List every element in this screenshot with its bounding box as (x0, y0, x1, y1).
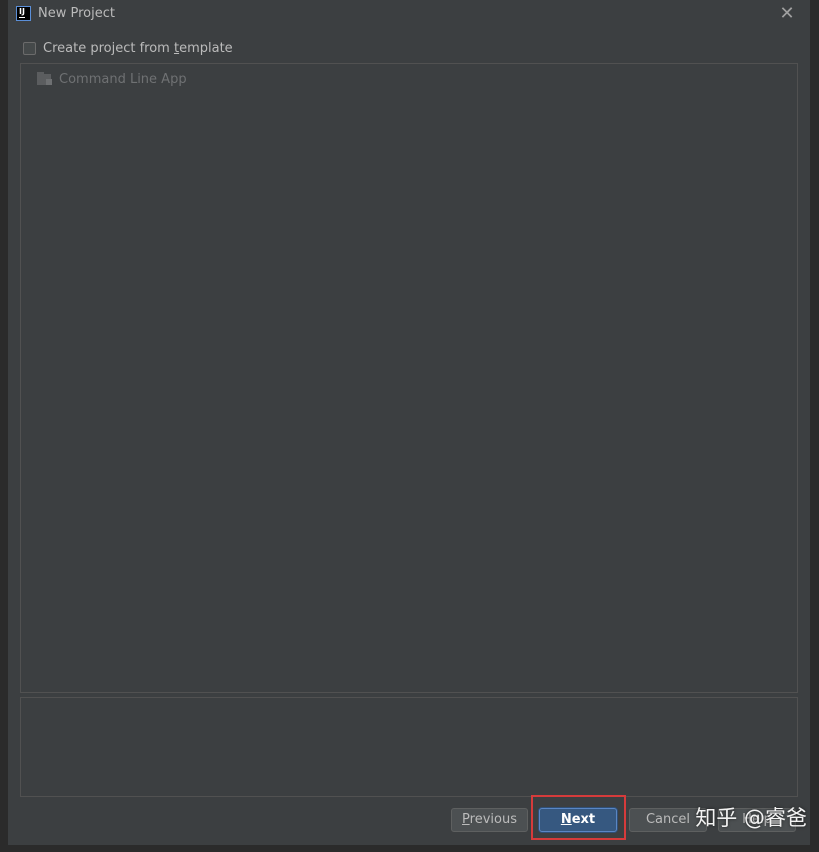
help-button[interactable]: Help (718, 808, 796, 832)
list-item[interactable]: Command Line App (37, 70, 187, 88)
dialog-title: New Project (38, 6, 115, 21)
next-button[interactable]: Next (539, 808, 617, 832)
new-project-dialog: IJ New Project ✕ Create project from tem… (8, 0, 810, 845)
close-icon[interactable]: ✕ (778, 5, 796, 23)
title-bar: IJ New Project ✕ (8, 0, 810, 30)
intellij-icon: IJ (16, 6, 31, 21)
cancel-button[interactable]: Cancel (629, 808, 707, 832)
create-from-template-option[interactable]: Create project from template (23, 39, 233, 57)
previous-button[interactable]: Previous (451, 808, 528, 832)
template-checkbox[interactable] (23, 41, 36, 55)
folder-icon (37, 72, 53, 86)
description-panel (20, 697, 798, 797)
template-checkbox-label[interactable]: Create project from template (43, 41, 233, 56)
list-item-label: Command Line App (59, 71, 187, 87)
template-list: Command Line App (20, 63, 798, 693)
